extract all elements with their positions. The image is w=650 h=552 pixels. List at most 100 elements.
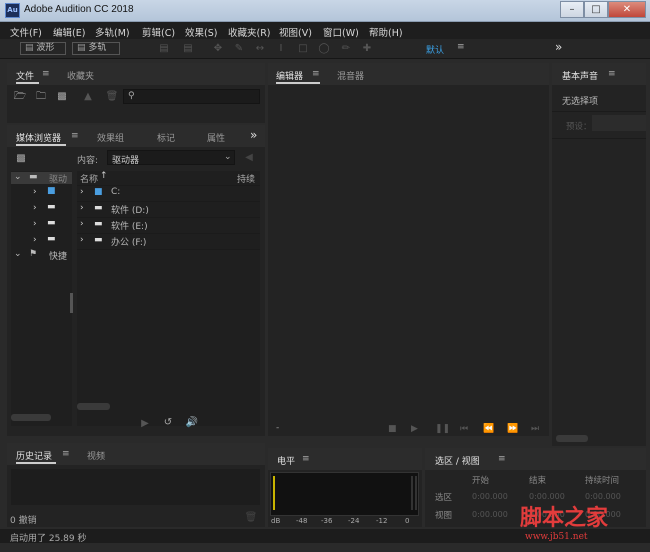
expand-arrow-icon[interactable]: ›: [80, 203, 84, 213]
menu-edit[interactable]: 编辑(E): [53, 25, 85, 39]
windows-drive-icon[interactable]: ■: [47, 186, 56, 196]
editor-menu-icon[interactable]: ≡: [312, 69, 320, 79]
insert-into-multitrack-icon[interactable]: ▲: [81, 91, 95, 103]
maximize-button[interactable]: □: [584, 1, 608, 18]
content-dropdown[interactable]: 驱动器 ⌄: [107, 150, 235, 166]
tree-horizontal-scrollbar[interactable]: [11, 414, 51, 421]
tree-item-shortcuts[interactable]: ⌄ ⚑ 快捷: [11, 249, 72, 262]
close-button[interactable]: ✕: [608, 1, 646, 18]
rewind-icon[interactable]: ⏪: [483, 424, 494, 434]
list-item[interactable]: › ■ C:: [77, 187, 260, 201]
stop-icon[interactable]: ■: [388, 424, 397, 434]
files-panel-menu-icon[interactable]: ≡: [42, 69, 50, 79]
hard-drive-icon[interactable]: ▬: [47, 234, 56, 244]
spot-healing-tool-icon[interactable]: ✚: [361, 43, 373, 55]
minimize-button[interactable]: –: [560, 1, 584, 18]
active-tab-underline: [16, 144, 66, 146]
import-file-icon[interactable]: 🗀: [34, 91, 48, 103]
hard-drive-icon[interactable]: ▬: [47, 202, 56, 212]
tab-favorites[interactable]: 收藏夹: [67, 69, 94, 82]
lasso-tool-icon[interactable]: ◯: [318, 43, 330, 55]
tab-files[interactable]: 文件: [16, 69, 34, 82]
menu-effects[interactable]: 效果(S): [185, 25, 217, 39]
menu-help[interactable]: 帮助(H): [369, 25, 403, 39]
history-menu-icon[interactable]: ≡: [62, 449, 70, 459]
menu-multitrack[interactable]: 多轨(M): [95, 25, 130, 39]
go-to-start-icon[interactable]: ⏮: [460, 424, 468, 434]
expand-arrow-icon[interactable]: ›: [33, 187, 37, 197]
list-item-label: 软件 (E:): [111, 222, 148, 232]
tree-item-drives[interactable]: ⌄ ▬ 驱动: [11, 172, 72, 185]
tab-media-browser[interactable]: 媒体浏览器: [16, 131, 61, 144]
tab-effects-rack[interactable]: 效果组: [97, 131, 124, 144]
selection-view-menu-icon[interactable]: ≡: [498, 454, 506, 464]
pause-icon[interactable]: ❚❚: [435, 424, 450, 434]
move-tool-icon[interactable]: ✥: [212, 43, 224, 55]
list-item[interactable]: › ▬ 软件 (D:): [77, 203, 260, 217]
no-selection-message: 无选择项: [562, 97, 599, 107]
menu-view[interactable]: 视图(V): [279, 25, 312, 39]
tab-video[interactable]: 视频: [87, 449, 105, 462]
workspace-menu-icon[interactable]: ≡: [457, 42, 465, 52]
media-browser-menu-icon[interactable]: ≡: [71, 131, 79, 141]
shortcut-icon: ⚑: [29, 249, 38, 259]
slip-tool-icon[interactable]: ↔: [254, 43, 266, 55]
column-duration[interactable]: 持续: [237, 172, 255, 185]
selection-start-value[interactable]: 0:00.000: [472, 492, 508, 501]
back-arrow-icon[interactable]: ◀: [242, 152, 256, 164]
fast-forward-icon[interactable]: ⏩: [507, 424, 518, 434]
list-item[interactable]: › ▬ 办公 (F:): [77, 235, 260, 249]
tab-editor[interactable]: 编辑器: [276, 69, 303, 82]
tab-essential-sound[interactable]: 基本声音: [562, 69, 598, 82]
expand-arrow-icon[interactable]: ⌄: [14, 249, 22, 259]
expand-arrow-icon[interactable]: ›: [33, 203, 37, 213]
workspace-default[interactable]: 默认: [426, 43, 444, 56]
multitrack-view-button[interactable]: ▤ 多轨: [72, 42, 120, 55]
play-preview-icon[interactable]: ▶: [138, 418, 152, 430]
essential-sound-scrollbar[interactable]: [556, 435, 588, 442]
tab-properties[interactable]: 属性: [207, 131, 225, 144]
time-selection-tool-icon[interactable]: I: [275, 43, 287, 55]
expand-arrow-icon[interactable]: ›: [80, 219, 84, 229]
tab-history[interactable]: 历史记录: [16, 449, 52, 462]
list-item[interactable]: › ▬ 软件 (E:): [77, 219, 260, 233]
spectral-pitch-icon[interactable]: ▤: [182, 43, 194, 55]
new-file-icon[interactable]: ▩: [55, 91, 69, 103]
go-to-end-icon[interactable]: ⏭: [531, 424, 539, 434]
workspace-more-icon[interactable]: »: [555, 40, 562, 54]
brush-tool-icon[interactable]: ✏: [340, 43, 352, 55]
files-search-field[interactable]: ⚲: [123, 89, 260, 104]
column-name[interactable]: 名称: [80, 172, 98, 185]
play-icon[interactable]: ▶: [411, 424, 418, 434]
expand-arrow-icon[interactable]: ›: [33, 235, 37, 245]
auto-play-icon[interactable]: 🔊: [185, 417, 199, 429]
tab-markers[interactable]: 标记: [157, 131, 175, 144]
splitter-handle[interactable]: [70, 293, 73, 313]
menu-clip[interactable]: 剪辑(C): [142, 25, 175, 39]
open-file-icon[interactable]: 🗁: [13, 91, 27, 103]
list-horizontal-scrollbar[interactable]: [77, 403, 110, 410]
spectral-frequency-icon[interactable]: ▤: [158, 43, 170, 55]
expand-arrow-icon[interactable]: ›: [33, 219, 37, 229]
hard-drive-icon[interactable]: ▬: [47, 218, 56, 228]
expand-arrow-icon[interactable]: ›: [80, 187, 84, 197]
menu-file[interactable]: 文件(F): [10, 25, 42, 39]
essential-sound-menu-icon[interactable]: ≡: [608, 69, 616, 79]
meter-tick-label: -12: [376, 517, 388, 525]
expand-arrow-icon[interactable]: ›: [80, 235, 84, 245]
view-start-value[interactable]: 0:00.000: [472, 510, 508, 519]
expand-arrow-icon[interactable]: ⌄: [14, 172, 22, 182]
menu-favorites[interactable]: 收藏夹(R): [228, 25, 271, 39]
razor-tool-icon[interactable]: ✎: [233, 43, 245, 55]
loop-preview-icon[interactable]: ↺: [161, 417, 175, 429]
drive-dropdown-icon[interactable]: ▩: [14, 153, 28, 165]
levels-menu-icon[interactable]: ≡: [302, 454, 310, 464]
delete-history-icon[interactable]: 🗑: [244, 512, 258, 524]
preset-dropdown[interactable]: [592, 115, 646, 131]
waveform-view-button[interactable]: ▤ 波形: [20, 42, 66, 55]
panel-more-icon[interactable]: »: [250, 128, 257, 142]
menu-window[interactable]: 窗口(W): [323, 25, 359, 39]
marquee-tool-icon[interactable]: □: [297, 43, 309, 55]
tab-mixer[interactable]: 混音器: [337, 69, 364, 82]
delete-file-icon[interactable]: 🗑: [105, 91, 119, 103]
